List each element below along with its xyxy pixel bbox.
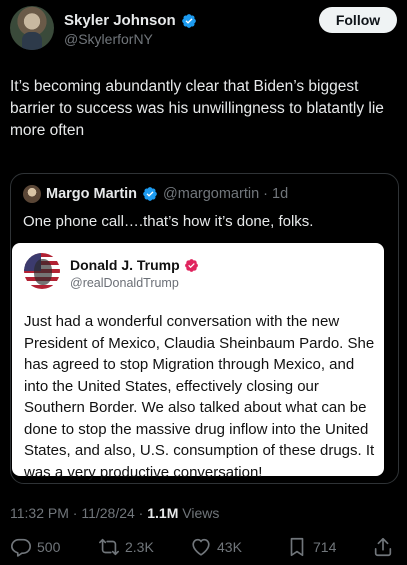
- truth-post-text: Just had a wonderful conversation with t…: [24, 313, 375, 481]
- verified-badge-icon: [181, 13, 196, 28]
- repost-icon: [99, 538, 119, 556]
- share-icon: [374, 537, 392, 557]
- truth-social-screenshot[interactable]: Donald J. Trump @realDonaldTrump Just ha…: [12, 243, 384, 481]
- like-button[interactable]: 43K: [190, 536, 242, 558]
- quote-author-name: Margo Martin: [46, 186, 138, 202]
- quote-author-handle: @margomartin · 1d: [163, 186, 289, 202]
- bookmark-icon: [290, 537, 304, 557]
- author-name[interactable]: Skyler Johnson: [64, 12, 176, 29]
- views-count: 1.1M: [147, 505, 179, 521]
- post-page: Skyler Johnson @SkylerforNY Follow It’s …: [0, 0, 407, 565]
- action-bar: 500 2.3K 43K 714: [10, 536, 400, 562]
- quote-header: Margo Martin @margomartin · 1d: [23, 185, 288, 203]
- author-name-row: Skyler Johnson: [64, 12, 197, 29]
- truth-verified-badge-icon: [184, 258, 198, 272]
- bookmark-button[interactable]: 714: [286, 536, 336, 558]
- post-meta: 11:32 PM · 11/28/24 · 1.1M Views: [10, 505, 219, 521]
- author-handle[interactable]: @SkylerforNY: [64, 31, 153, 47]
- quote-author-avatar: [23, 185, 41, 203]
- like-count: 43K: [217, 539, 242, 555]
- share-button[interactable]: [372, 536, 394, 558]
- author-avatar[interactable]: [10, 6, 54, 50]
- repost-button[interactable]: 2.3K: [98, 536, 154, 558]
- post-text: It’s becoming abundantly clear that Bide…: [10, 78, 384, 139]
- reply-count: 500: [37, 539, 61, 555]
- post-timestamp[interactable]: 11:32 PM · 11/28/24 ·: [10, 505, 147, 521]
- quoted-post[interactable]: Margo Martin @margomartin · 1d One phone…: [10, 173, 399, 484]
- truth-author-name: Donald J. Trump: [70, 257, 180, 273]
- quote-text: One phone call….that’s how it’s done, fo…: [23, 213, 314, 230]
- reply-button[interactable]: 500: [10, 536, 60, 558]
- follow-button[interactable]: Follow: [319, 7, 397, 33]
- truth-author-name-row: Donald J. Trump: [70, 257, 199, 273]
- views-label: Views: [178, 505, 220, 521]
- truth-author-handle: @realDonaldTrump: [70, 276, 179, 290]
- repost-count: 2.3K: [125, 539, 154, 555]
- bookmark-count: 714: [313, 539, 337, 555]
- post-header: Skyler Johnson @SkylerforNY Follow: [10, 6, 397, 54]
- truth-author-avatar: [24, 253, 60, 289]
- verified-badge-icon: [143, 187, 157, 201]
- reply-icon: [11, 538, 31, 557]
- heart-icon: [192, 538, 210, 556]
